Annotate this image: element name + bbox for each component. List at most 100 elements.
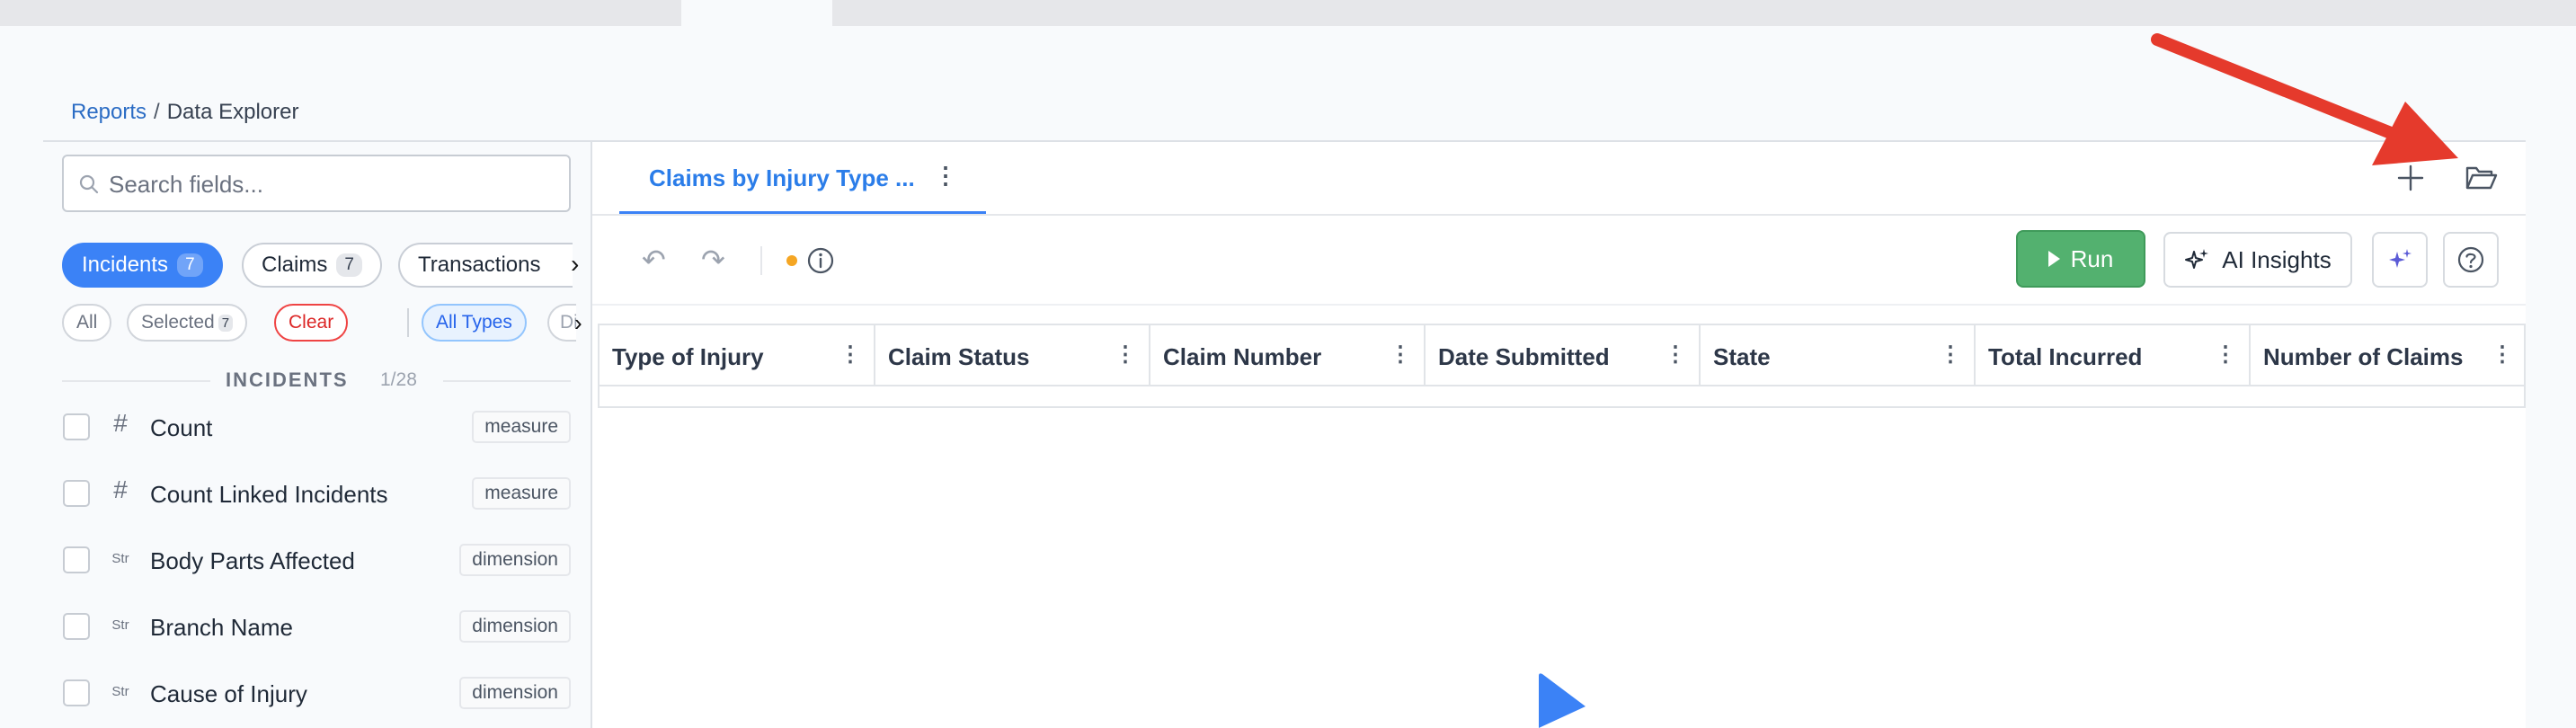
column-header-label: Date Submitted — [1438, 343, 1610, 370]
field-checkbox[interactable] — [63, 679, 90, 706]
column-header-label: Claim Number — [1163, 343, 1322, 370]
hash-icon: # — [113, 409, 128, 437]
field-row[interactable]: # Count Linked Incidents measure — [62, 474, 571, 513]
string-type-icon: Str — [111, 617, 129, 633]
breadcrumb-current: Data Explorer — [166, 100, 299, 124]
column-header[interactable]: Number of Claims ⋮ — [2251, 325, 2526, 385]
column-header[interactable]: Claim Status ⋮ — [875, 325, 1150, 385]
column-header[interactable]: Total Incurred ⋮ — [1976, 325, 2251, 385]
all-types-label: All Types — [436, 312, 512, 333]
filter-selected-label: Selected — [141, 312, 215, 333]
cursor-pointer-icon — [1539, 673, 1586, 728]
string-type-icon: Str — [111, 551, 129, 566]
column-header[interactable]: Claim Number ⋮ — [1150, 325, 1426, 385]
unsaved-status-dot — [786, 255, 797, 266]
chevron-right-icon[interactable]: › — [571, 250, 579, 279]
undo-icon[interactable]: ↶ — [642, 243, 666, 277]
sparkles-icon — [2389, 249, 2412, 268]
chevron-right-icon[interactable]: › — [574, 309, 582, 337]
toolbar-divider-line — [592, 304, 2526, 306]
filter-selected-chip[interactable]: Selected 7 — [127, 304, 248, 342]
section-count: 1/28 — [380, 369, 417, 390]
tab-more-icon[interactable]: ⋮ — [934, 162, 957, 190]
section-rule-right — [443, 380, 571, 382]
tab-transactions-label: Transactions — [418, 253, 541, 277]
field-checkbox[interactable] — [63, 546, 90, 573]
field-checkbox[interactable] — [63, 613, 90, 640]
search-input[interactable] — [107, 165, 560, 203]
column-menu-icon[interactable]: ⋮ — [2215, 342, 2236, 368]
clear-filter-chip[interactable]: Clear — [274, 304, 349, 342]
field-sidebar: Incidents 7 Claims 7 Transactions › All … — [43, 142, 591, 728]
field-type-tag: dimension — [459, 544, 571, 576]
breadcrumb: Reports / Data Explorer — [71, 100, 298, 125]
field-name: Count — [150, 414, 213, 441]
field-type-tag: measure — [472, 411, 571, 443]
column-header-label: Number of Claims — [2263, 343, 2464, 370]
tab-claims-count: 7 — [336, 253, 362, 277]
sparkles-icon — [2185, 249, 2209, 269]
breadcrumb-reports-link[interactable]: Reports — [71, 100, 147, 124]
field-type-tag: dimension — [459, 677, 571, 709]
tab-report[interactable]: Claims by Injury Type ... — [649, 164, 915, 192]
info-icon[interactable] — [806, 246, 835, 275]
column-menu-icon[interactable]: ⋮ — [1115, 342, 1136, 368]
dimensions-chip[interactable]: Dim — [547, 304, 576, 342]
ai-insights-button[interactable]: AI Insights — [2163, 232, 2352, 288]
field-row[interactable]: Str Branch Name dimension — [62, 607, 571, 646]
help-icon — [2457, 246, 2484, 273]
section-title: INCIDENTS — [226, 368, 349, 391]
results-table: Type of Injury ⋮ Claim Status ⋮ Claim Nu… — [598, 324, 2526, 410]
search-box[interactable] — [62, 155, 571, 212]
breadcrumb-separator: / — [154, 100, 160, 124]
column-menu-icon[interactable]: ⋮ — [1940, 342, 1961, 368]
filter-chips: All Selected 7 Clear All Types Dim › — [62, 304, 601, 343]
tab-incidents[interactable]: Incidents 7 — [62, 243, 223, 288]
run-button-label: Run — [2070, 244, 2114, 272]
open-folder-icon[interactable] — [2465, 164, 2499, 192]
main-panel: Claims by Injury Type ... ⋮ ↶ ↷ Run AI I… — [592, 142, 2526, 728]
tab-claims[interactable]: Claims 7 — [242, 243, 382, 288]
column-header-label: Total Incurred — [1988, 343, 2143, 370]
filter-all-label: All — [76, 312, 98, 333]
field-row[interactable]: # Count measure — [62, 407, 571, 447]
field-name: Count Linked Incidents — [150, 481, 388, 508]
column-header-label: Type of Injury — [612, 343, 764, 370]
column-header[interactable]: Type of Injury ⋮ — [600, 325, 875, 385]
field-checkbox[interactable] — [63, 480, 90, 507]
field-checkbox[interactable] — [63, 413, 90, 440]
column-header[interactable]: Date Submitted ⋮ — [1426, 325, 1701, 385]
string-type-icon: Str — [111, 684, 129, 699]
table-header: Type of Injury ⋮ Claim Status ⋮ Claim Nu… — [598, 324, 2526, 386]
field-row[interactable]: Str Body Parts Affected dimension — [62, 540, 571, 580]
hash-icon: # — [113, 475, 128, 503]
field-row[interactable]: Str Cause of Injury dimension — [62, 673, 571, 713]
tab-transactions[interactable]: Transactions — [398, 243, 573, 288]
ai-assist-button[interactable] — [2372, 232, 2428, 288]
ai-insights-label: AI Insights — [2222, 245, 2332, 273]
filter-divider — [407, 308, 409, 337]
run-button[interactable]: Run — [2016, 230, 2145, 288]
column-menu-icon[interactable]: ⋮ — [2492, 342, 2513, 368]
filter-selected-count: 7 — [218, 314, 234, 332]
field-type-tag: dimension — [459, 610, 571, 643]
all-types-chip[interactable]: All Types — [422, 304, 527, 342]
column-header-label: State — [1713, 343, 1771, 370]
toolbar-divider — [760, 246, 762, 275]
column-menu-icon[interactable]: ⋮ — [1665, 342, 1686, 368]
tab-incidents-count: 7 — [177, 253, 203, 277]
help-button[interactable] — [2443, 232, 2499, 288]
column-menu-icon[interactable]: ⋮ — [839, 342, 861, 368]
redo-icon[interactable]: ↷ — [701, 243, 725, 277]
add-tab-icon[interactable] — [2394, 162, 2427, 194]
active-browser-tab[interactable] — [681, 0, 832, 26]
field-name: Body Parts Affected — [150, 547, 355, 574]
section-rule-left — [62, 380, 210, 382]
column-menu-icon[interactable]: ⋮ — [1390, 342, 1411, 368]
tab-claims-label: Claims — [262, 253, 328, 277]
field-type-tag: measure — [472, 477, 571, 510]
table-body-empty — [598, 385, 2526, 408]
toolbar: ↶ ↷ Run AI Insights — [592, 216, 2526, 306]
column-header[interactable]: State ⋮ — [1701, 325, 1976, 385]
filter-all-chip[interactable]: All — [62, 304, 112, 342]
